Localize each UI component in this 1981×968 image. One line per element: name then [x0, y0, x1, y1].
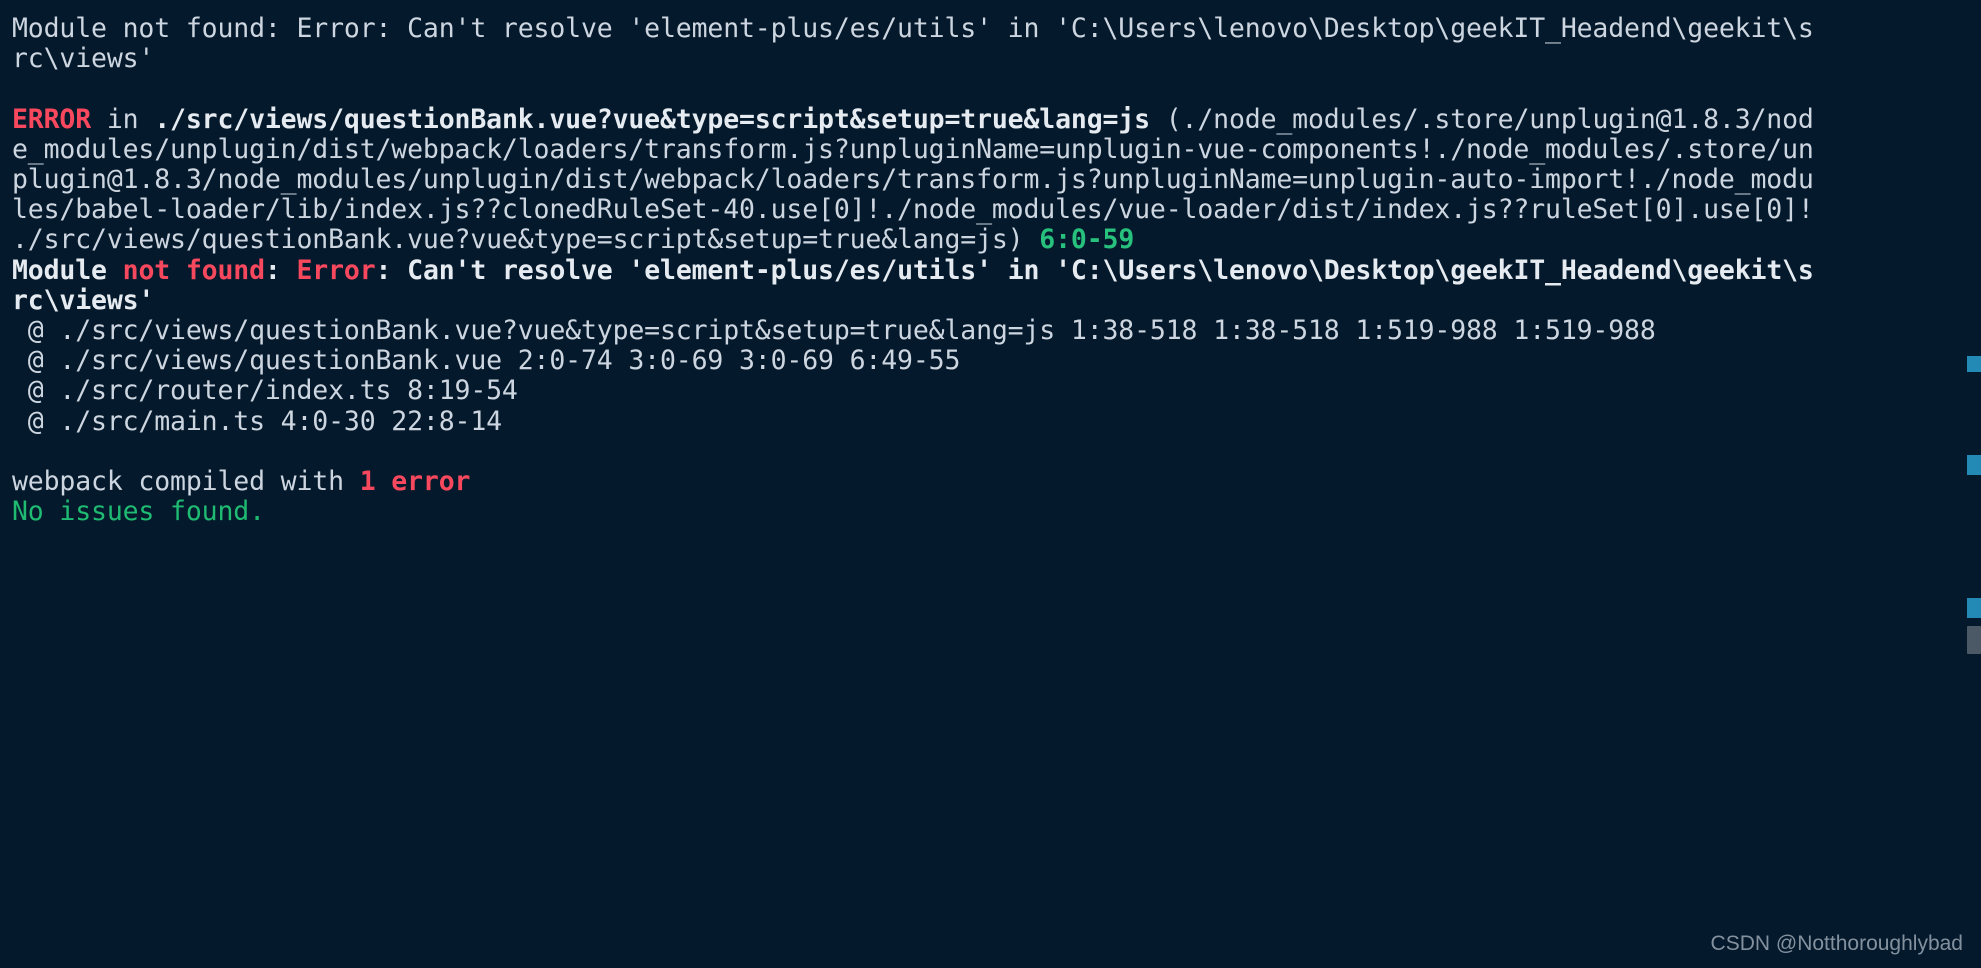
scrollbar-marker-top[interactable] — [1967, 356, 1981, 372]
terminal-line-loader-chain-2: plugin@1.8.3/node_modules/unplugin/dist/… — [12, 164, 1981, 195]
error-location: 6:0-59 — [1039, 224, 1135, 256]
terminal-text: rc\views' — [12, 284, 155, 316]
terminal-blank-line-2 — [12, 437, 1981, 467]
terminal-line-no-issues: No issues found. — [12, 497, 1981, 527]
terminal-line-loader-chain-4: ./src/views/questionBank.vue?vue&type=sc… — [12, 225, 1981, 255]
terminal-text: : Can't resolve 'element-plus/es/utils' … — [375, 254, 1814, 286]
terminal-line-trace-1: @ ./src/views/questionBank.vue?vue&type=… — [12, 315, 1981, 347]
terminal-text: plugin@1.8.3/node_modules/unplugin/dist/… — [12, 164, 1814, 195]
error-label-2: Error — [296, 254, 376, 286]
scrollbar-thumb[interactable] — [1967, 626, 1981, 654]
terminal-text: (./node_modules/.store/unplugin@1.8.3/no… — [1149, 103, 1814, 135]
terminal-text: ./src/views/questionBank.vue?vue&type=sc… — [12, 224, 1040, 256]
terminal-line-compile-summary: webpack compiled with 1 error — [12, 466, 1981, 498]
terminal-line-module-not-found-1-wrap: rc\views' — [12, 44, 1981, 74]
terminal-text: rc\views' — [12, 43, 155, 75]
terminal-line-trace-4: @ ./src/main.ts 4:0-30 22:8-14 — [12, 405, 1981, 437]
terminal-text: @ ./src/views/questionBank.vue?vue&type=… — [12, 315, 1656, 347]
terminal-text: : — [264, 254, 297, 286]
terminal-line-trace-2: @ ./src/views/questionBank.vue 2:0-74 3:… — [12, 346, 1981, 376]
scrollbar-marker-lower[interactable] — [1967, 598, 1981, 618]
csdn-watermark: CSDN @Notthoroughlybad — [1710, 932, 1963, 955]
terminal-line-trace-3: @ ./src/router/index.ts 8:19-54 — [12, 376, 1981, 406]
terminal-line-module-not-found-1: Module not found: Error: Can't resolve '… — [12, 13, 1981, 44]
no-issues-status: No issues found. — [12, 496, 265, 528]
terminal-text: @ ./src/views/questionBank.vue 2:0-74 3:… — [12, 345, 961, 377]
terminal-text: in — [91, 103, 155, 135]
terminal-text: les/babel-loader/lib/index.js??clonedRul… — [12, 194, 1814, 226]
error-label: ERROR — [12, 103, 92, 135]
terminal-text: Module not found: Error: Can't resolve '… — [12, 13, 1814, 44]
terminal-text: webpack compiled with — [12, 466, 360, 498]
terminal-line-module-not-found-2: Module not found: Error: Can't resolve '… — [12, 254, 1981, 286]
terminal-line-error-header: ERROR in ./src/views/questionBank.vue?vu… — [12, 103, 1981, 135]
terminal-text: @ ./src/main.ts 4:0-30 22:8-14 — [12, 405, 502, 437]
error-module-path: ./src/views/questionBank.vue?vue&type=sc… — [154, 103, 1150, 135]
scrollbar-marker-middle[interactable] — [1967, 455, 1981, 475]
error-count-badge: 1 error — [359, 466, 471, 498]
terminal-line-loader-chain-3: les/babel-loader/lib/index.js??clonedRul… — [12, 195, 1981, 225]
not-found-label: not found — [122, 254, 265, 286]
terminal-text: e_modules/unplugin/dist/webpack/loaders/… — [12, 133, 1814, 165]
terminal-text: Module — [12, 254, 123, 286]
terminal-line-loader-chain-1: e_modules/unplugin/dist/webpack/loaders/… — [12, 133, 1981, 165]
terminal-output-panel[interactable]: Module not found: Error: Can't resolve '… — [0, 0, 1981, 968]
terminal-line-module-not-found-2-wrap: rc\views' — [12, 284, 1981, 316]
terminal-text: @ ./src/router/index.ts 8:19-54 — [12, 375, 518, 407]
